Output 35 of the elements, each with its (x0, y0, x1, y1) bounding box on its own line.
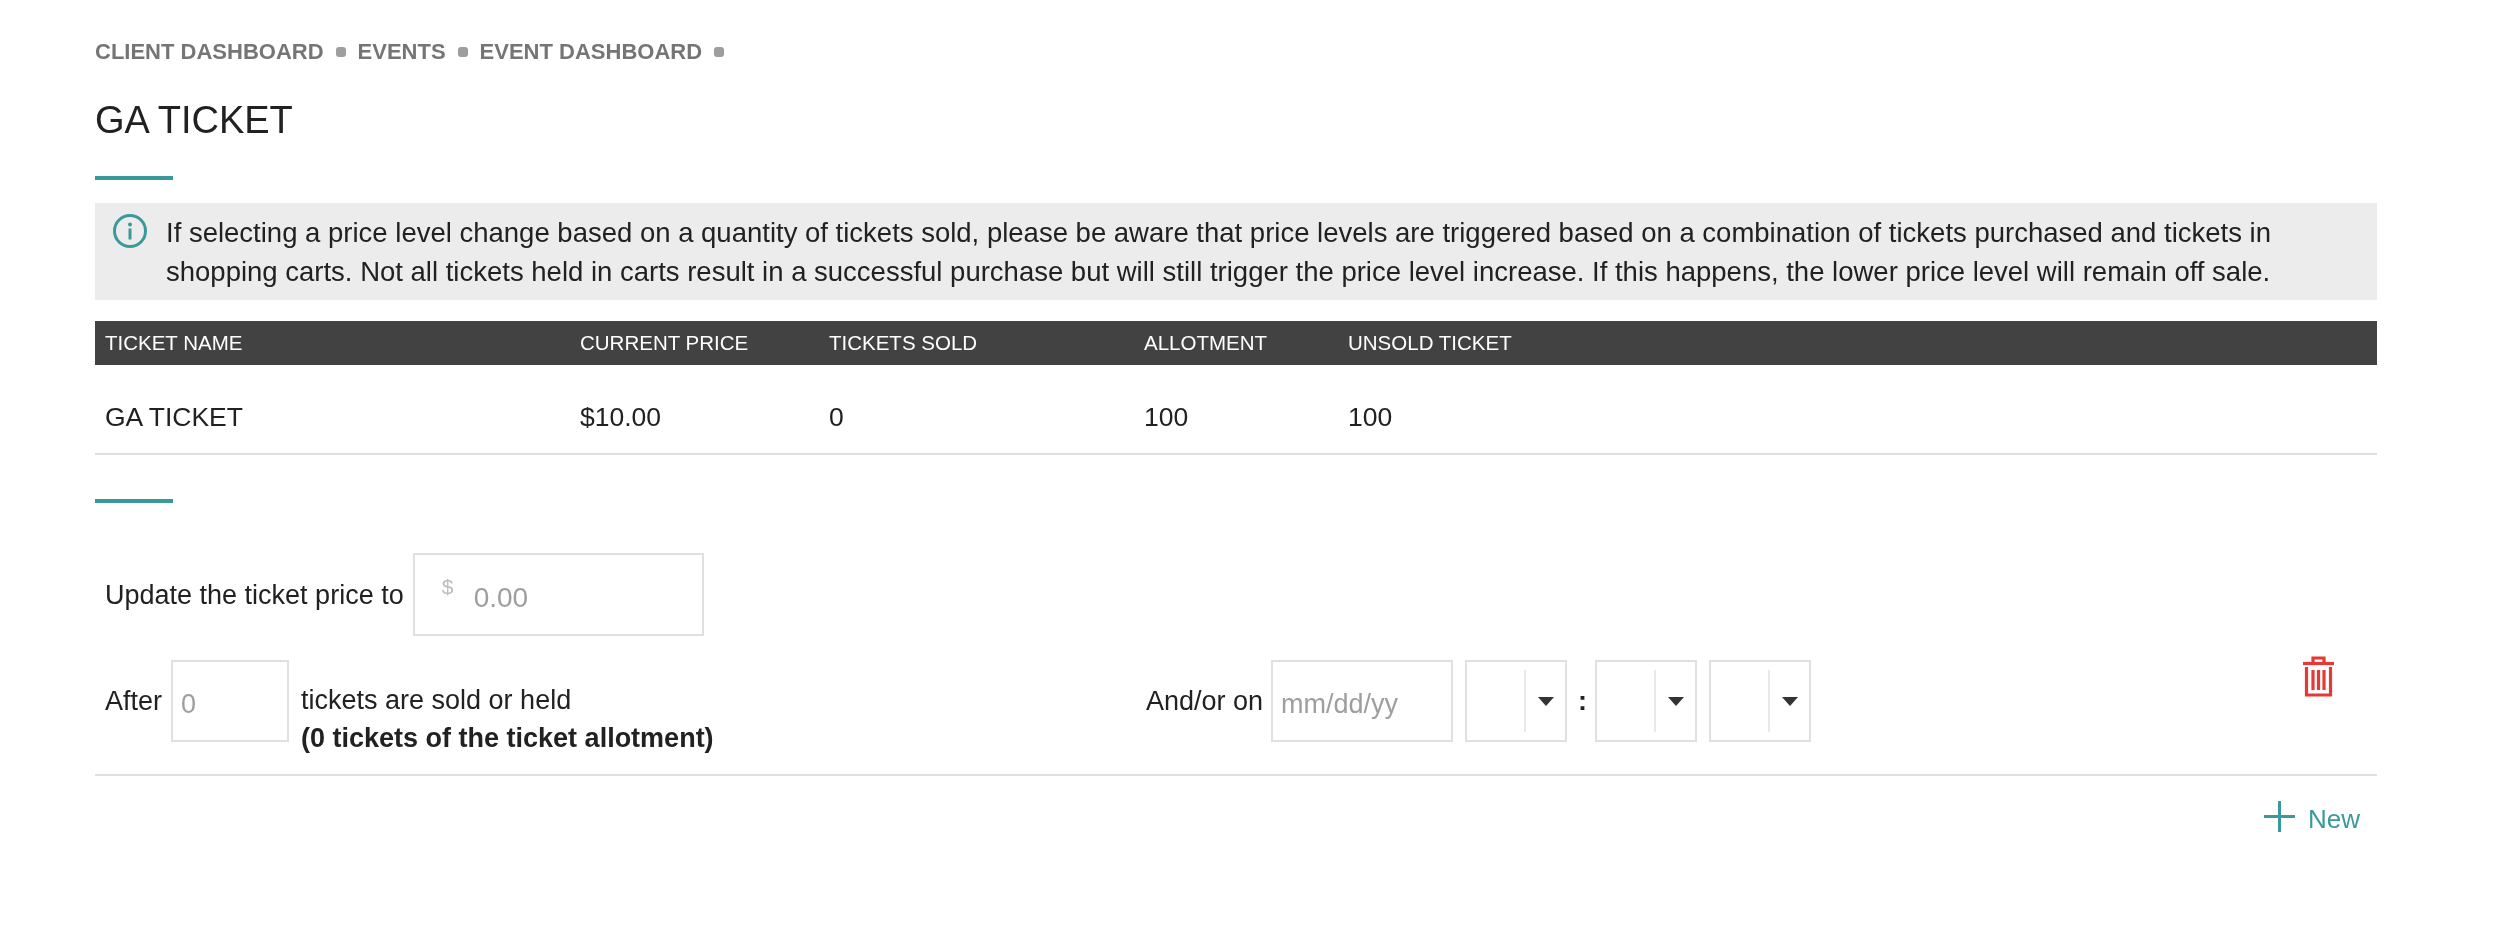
column-header: ALLOTMENT (1144, 331, 1269, 355)
trash-icon (2302, 656, 2335, 697)
breadcrumb-link[interactable]: EVENTS (357, 37, 446, 67)
delete-button[interactable] (2302, 656, 2335, 697)
price-label: Update the ticket price to (105, 579, 404, 610)
select-field[interactable] (1465, 660, 1568, 742)
breadcrumb-link[interactable]: EVENT DASHBOARD (479, 37, 703, 67)
time-separator: : (1578, 686, 1588, 716)
notice-text: If selecting a price level change based on a quantity of tickets sold, please be aware that price levels are triggered based on a combination of tickets purchased and tickets in shopping carts. Not all tickets held in carts result in a successful purchase but will still trigger the price level increase. If this happens, the lower price level will remain off sale. (166, 216, 2272, 289)
info-icon (113, 214, 147, 248)
allotment-note: (0 tickets of the ticket allotment) (301, 722, 714, 755)
column-header: TICKETS SOLD (829, 331, 979, 355)
sold-text: tickets are sold or held (301, 684, 573, 717)
table-cell-text: 100 (1348, 402, 1394, 432)
table-cell-text: 100 (1144, 402, 1190, 432)
table-cell-text: GA TICKET (105, 402, 244, 432)
table-cell-text: $10.00 (580, 402, 663, 432)
date-label: And/or on (1146, 686, 1264, 716)
column-header: CURRENT PRICE (580, 331, 750, 355)
select-field[interactable] (1595, 660, 1698, 742)
breadcrumb-link[interactable]: CLIENT DASHBOARD (95, 37, 324, 67)
page-title: GA TICKET (95, 98, 294, 143)
currency-symbol: $ (441, 575, 454, 599)
caret-icon (1537, 696, 1554, 706)
plus-icon (2264, 800, 2295, 832)
column-header: UNSOLD TICKET (1348, 331, 1513, 355)
caret-icon (1781, 696, 1798, 706)
date-input[interactable]: mm/dd/yy (1271, 660, 1454, 742)
column-header: TICKET NAME (105, 331, 244, 355)
caret-icon (1667, 696, 1684, 706)
select-field[interactable] (1709, 660, 1812, 742)
new-button[interactable]: New (2264, 804, 2360, 834)
table-cell-text: 0 (829, 402, 845, 432)
quantity-input[interactable]: 0 (171, 660, 290, 742)
after-label: After (105, 686, 163, 716)
